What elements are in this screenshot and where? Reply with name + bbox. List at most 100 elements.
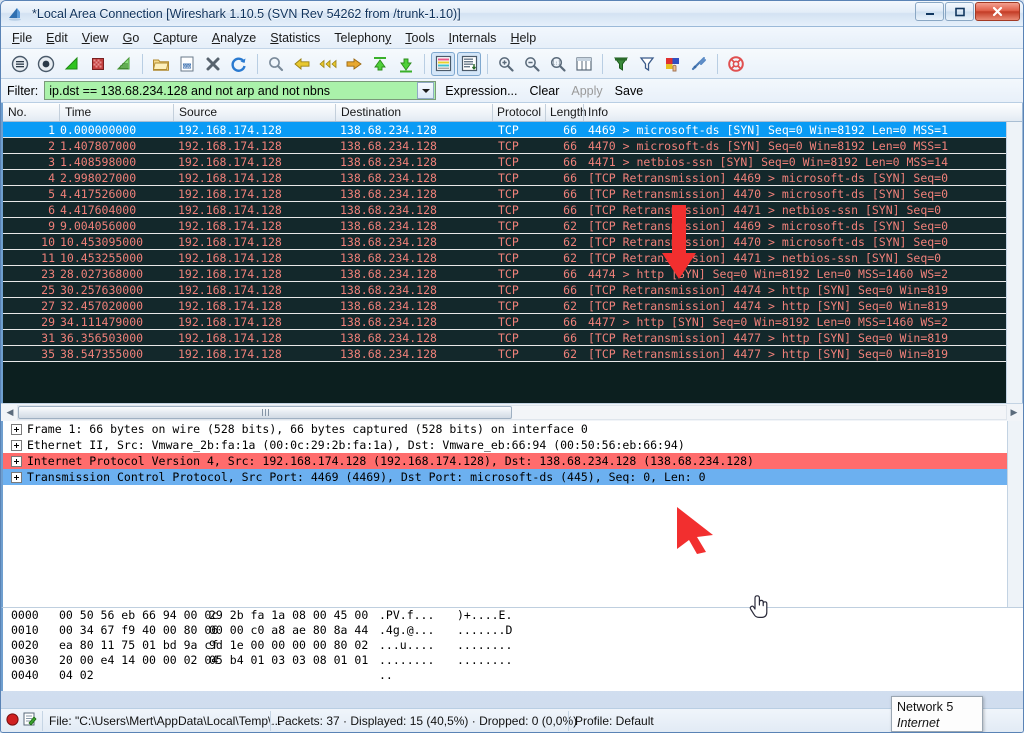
- packet-row[interactable]: 2 1.407807000 192.168.174.128 138.68.234.12…: [3, 138, 1022, 154]
- expand-icon[interactable]: [11, 455, 22, 467]
- go-first-packet-icon[interactable]: [368, 52, 392, 76]
- go-to-packet-icon[interactable]: [342, 52, 366, 76]
- scroll-left-icon[interactable]: ◀: [3, 406, 17, 420]
- packet-row[interactable]: 27 32.457020000 192.168.174.128 138.68.234.…: [3, 298, 1022, 314]
- find-packet-icon[interactable]: [264, 52, 288, 76]
- menu-telephony[interactable]: Telephony: [327, 29, 398, 47]
- packet-details-pane[interactable]: Frame 1: 66 bytes on wire (528 bits), 66…: [1, 421, 1023, 607]
- open-file-icon[interactable]: [149, 52, 173, 76]
- packet-row[interactable]: 11 10.453255000 192.168.174.128 138.68.234.…: [3, 250, 1022, 266]
- hex-dump-row[interactable]: 0020 ea 80 11 75 01 bd 9a cf 9d 1e 00 00 0…: [3, 638, 1023, 653]
- column-header-protocol[interactable]: Protocol: [497, 105, 541, 119]
- menu-statistics[interactable]: Statistics: [263, 29, 327, 47]
- hex-dump-row[interactable]: 0030 20 00 e4 14 00 00 02 04 05 b4 01 03 0…: [3, 653, 1023, 668]
- minimize-button[interactable]: [915, 2, 944, 21]
- go-last-packet-icon[interactable]: [394, 52, 418, 76]
- protocol-tree-row[interactable]: Ethernet II, Src: Vmware_2b:fa:1a (00:0c…: [3, 437, 1023, 453]
- hex-dump-row[interactable]: 0040 04 02..: [3, 668, 1023, 683]
- column-header-source[interactable]: Source: [179, 105, 217, 119]
- capture-options-icon[interactable]: [34, 52, 58, 76]
- packet-list-vertical-scrollbar[interactable]: [1006, 122, 1022, 403]
- menu-file[interactable]: File: [5, 29, 39, 47]
- packet-list-horizontal-scrollbar[interactable]: ◀ ▶: [1, 403, 1023, 421]
- hscroll-thumb[interactable]: [18, 406, 512, 419]
- packet-row[interactable]: 23 28.027368000 192.168.174.128 138.68.234.…: [3, 266, 1022, 282]
- menu-tools[interactable]: Tools: [398, 29, 441, 47]
- expand-icon[interactable]: [11, 471, 22, 483]
- column-header-length[interactable]: Length: [550, 105, 587, 119]
- expert-info-icon[interactable]: [23, 712, 37, 729]
- clear-filter-button[interactable]: Clear: [527, 84, 563, 98]
- expand-icon[interactable]: [11, 423, 22, 435]
- close-file-icon[interactable]: [201, 52, 225, 76]
- packet-row[interactable]: 1 0.000000000 192.168.174.128 138.68.234.12…: [3, 122, 1022, 138]
- save-file-icon[interactable]: 010: [175, 52, 199, 76]
- go-back-icon[interactable]: [290, 52, 314, 76]
- packet-row[interactable]: 35 38.547355000 192.168.174.128 138.68.234.…: [3, 346, 1022, 362]
- filter-input[interactable]: [45, 82, 418, 99]
- save-filter-button[interactable]: Save: [612, 84, 647, 98]
- capture-file-status[interactable]: File: "C:\Users\Mert\AppData\Local\Temp\…: [42, 710, 281, 731]
- protocol-tree-row[interactable]: Frame 1: 66 bytes on wire (528 bits), 66…: [3, 421, 1023, 437]
- stop-capture-icon[interactable]: [86, 52, 110, 76]
- protocol-tree-row[interactable]: Transmission Control Protocol, Src Port:…: [3, 469, 1023, 485]
- protocol-tree-row[interactable]: Internet Protocol Version 4, Src: 192.16…: [3, 453, 1023, 469]
- record-stop-icon[interactable]: [6, 712, 19, 729]
- packet-details-vertical-scrollbar[interactable]: [1007, 421, 1023, 607]
- reload-icon[interactable]: [227, 52, 251, 76]
- menu-analyze[interactable]: Analyze: [205, 29, 263, 47]
- menu-go[interactable]: Go: [116, 29, 147, 47]
- restart-capture-icon[interactable]: [112, 52, 136, 76]
- menu-internals[interactable]: Internals: [441, 29, 503, 47]
- zoom-reset-icon[interactable]: 1:1: [546, 52, 570, 76]
- resize-columns-icon[interactable]: [572, 52, 596, 76]
- column-divider[interactable]: [59, 104, 60, 121]
- column-header-time[interactable]: Time: [65, 105, 91, 119]
- column-header-destination[interactable]: Destination: [341, 105, 401, 119]
- menu-help[interactable]: Help: [503, 29, 543, 47]
- packet-row[interactable]: 5 4.417526000 192.168.174.128 138.68.234.12…: [3, 186, 1022, 202]
- column-divider[interactable]: [335, 104, 336, 121]
- colorize-icon[interactable]: [431, 51, 455, 76]
- start-capture-icon[interactable]: [60, 52, 84, 76]
- scroll-right-icon[interactable]: ▶: [1007, 406, 1021, 420]
- coloring-rules-icon[interactable]: [661, 52, 685, 76]
- column-divider[interactable]: [492, 104, 493, 121]
- packet-row[interactable]: 6 4.417604000 192.168.174.128 138.68.234.12…: [3, 202, 1022, 218]
- hex-dump-row[interactable]: 0010 00 34 67 f9 40 00 80 06 00 00 c0 a8 a…: [3, 623, 1023, 638]
- packet-row[interactable]: 9 9.004056000 192.168.174.128 138.68.234.12…: [3, 218, 1022, 234]
- zoom-in-icon[interactable]: [494, 52, 518, 76]
- packet-row[interactable]: 29 34.111479000 192.168.174.128 138.68.234.…: [3, 314, 1022, 330]
- column-divider[interactable]: [583, 104, 584, 121]
- packet-bytes-pane[interactable]: 0000 00 50 56 eb 66 94 00 0c 29 2b fa 1a 0…: [1, 607, 1023, 691]
- hscroll-track[interactable]: [17, 405, 1007, 420]
- packet-list-pane[interactable]: No. Time Source Destination Protocol Len…: [1, 103, 1023, 403]
- menu-capture[interactable]: Capture: [146, 29, 204, 47]
- filter-history-dropdown[interactable]: [417, 82, 435, 99]
- expression-button[interactable]: Expression...: [442, 84, 520, 98]
- go-forward-icon[interactable]: [316, 52, 340, 76]
- apply-filter-button[interactable]: Apply: [568, 84, 605, 98]
- preferences-icon[interactable]: [687, 52, 711, 76]
- column-header-info[interactable]: Info: [588, 105, 608, 119]
- list-interfaces-icon[interactable]: [8, 52, 32, 76]
- packet-row[interactable]: 31 36.356503000 192.168.174.128 138.68.234.…: [3, 330, 1022, 346]
- menu-edit[interactable]: Edit: [39, 29, 75, 47]
- packet-row[interactable]: 10 10.453095000 192.168.174.128 138.68.234.…: [3, 234, 1022, 250]
- column-divider[interactable]: [173, 104, 174, 121]
- help-contents-icon[interactable]: [724, 52, 748, 76]
- filter-input-wrapper[interactable]: [44, 81, 437, 100]
- close-button[interactable]: [975, 2, 1020, 21]
- column-divider[interactable]: [545, 104, 546, 121]
- menu-view[interactable]: View: [75, 29, 116, 47]
- packet-row[interactable]: 4 2.998027000 192.168.174.128 138.68.234.12…: [3, 170, 1022, 186]
- column-header-no[interactable]: No.: [8, 105, 27, 119]
- zoom-out-icon[interactable]: [520, 52, 544, 76]
- auto-scroll-icon[interactable]: [457, 51, 481, 76]
- maximize-button[interactable]: [945, 2, 974, 21]
- hex-dump-row[interactable]: 0000 00 50 56 eb 66 94 00 0c 29 2b fa 1a 0…: [3, 608, 1023, 623]
- packet-row[interactable]: 3 1.408598000 192.168.174.128 138.68.234.12…: [3, 154, 1022, 170]
- packet-row[interactable]: 25 30.257630000 192.168.174.128 138.68.234.…: [3, 282, 1022, 298]
- display-filters-icon[interactable]: [635, 52, 659, 76]
- expand-icon[interactable]: [11, 439, 22, 451]
